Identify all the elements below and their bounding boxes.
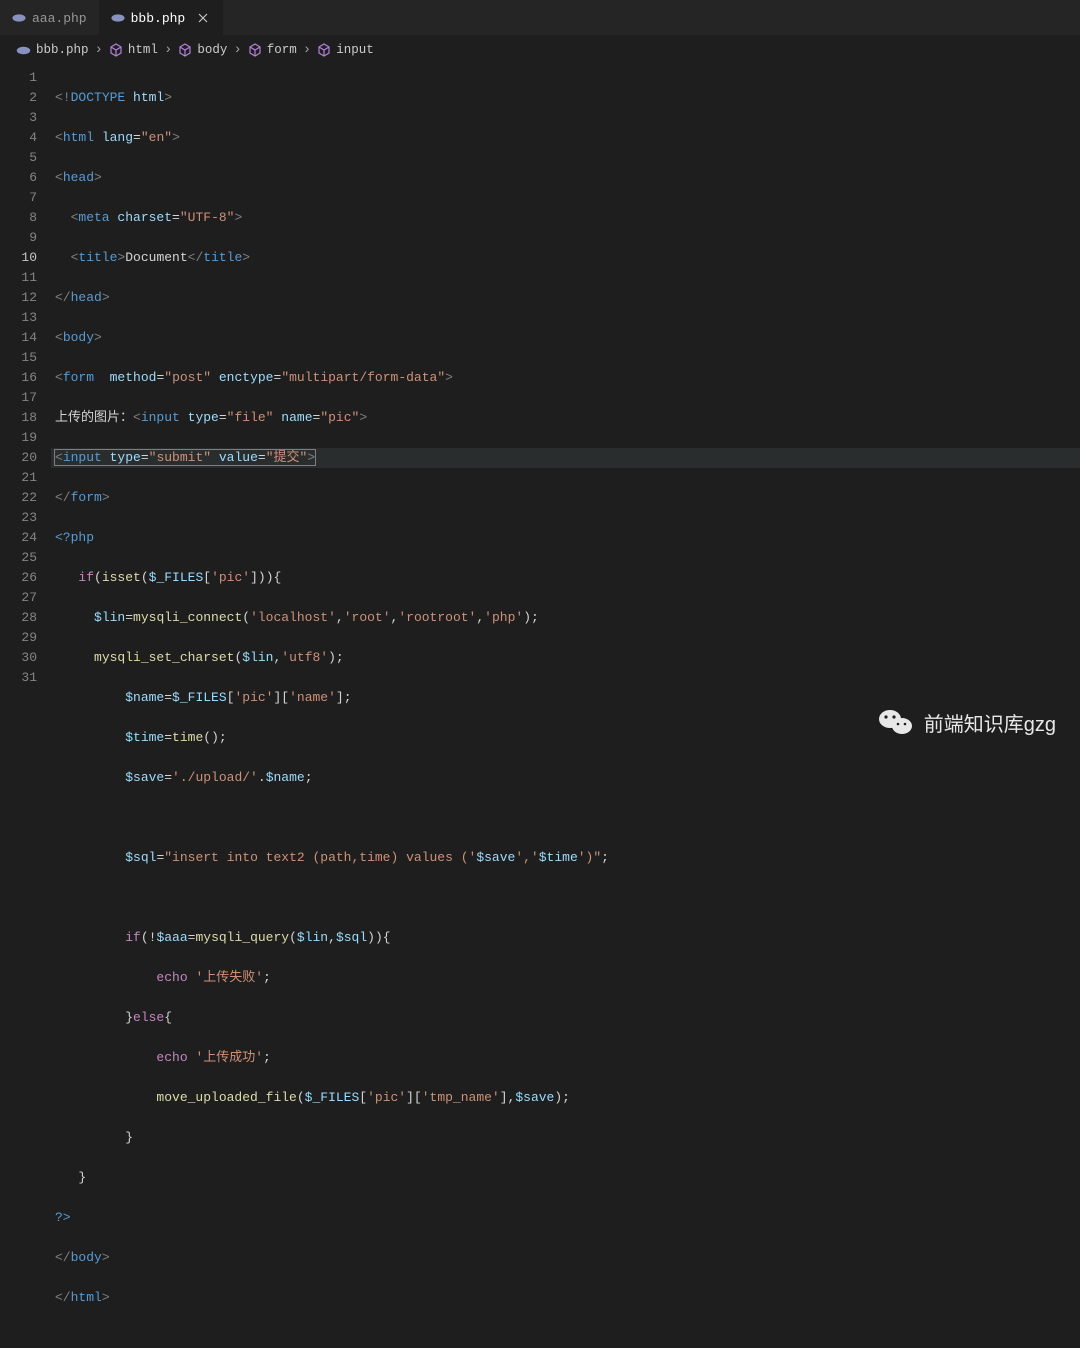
watermark-text: 前端知识库gzg <box>924 708 1056 737</box>
line-number: 23 <box>0 508 37 528</box>
line-number: 6 <box>0 168 37 188</box>
line-number: 20 <box>0 448 37 468</box>
php-file-icon <box>16 46 31 55</box>
tab-label: bbb.php <box>131 11 186 26</box>
breadcrumb-file[interactable]: bbb.php <box>16 43 89 57</box>
chevron-right-icon: › <box>95 42 103 58</box>
line-number: 3 <box>0 108 37 128</box>
cube-icon <box>317 43 331 57</box>
breadcrumb-body[interactable]: body <box>178 43 227 57</box>
breadcrumb: bbb.php › html › body › form › input <box>0 36 1080 64</box>
breadcrumb-label: bbb.php <box>36 43 89 57</box>
line-number-gutter: 1234567891011121314151617181920212223242… <box>0 64 55 773</box>
cube-icon <box>178 43 192 57</box>
breadcrumb-label: input <box>336 43 374 57</box>
php-file-icon <box>12 11 26 25</box>
line-number: 17 <box>0 388 37 408</box>
breadcrumb-label: html <box>128 43 158 57</box>
tab-label: aaa.php <box>32 11 87 26</box>
breadcrumb-input[interactable]: input <box>317 43 374 57</box>
line-number: 27 <box>0 588 37 608</box>
line-number: 5 <box>0 148 37 168</box>
tab-aaa[interactable]: aaa.php <box>0 0 99 36</box>
code-editor[interactable]: 1234567891011121314151617181920212223242… <box>0 64 1080 773</box>
cube-icon <box>109 43 123 57</box>
line-number: 15 <box>0 348 37 368</box>
line-number: 30 <box>0 648 37 668</box>
line-number: 2 <box>0 88 37 108</box>
line-number: 28 <box>0 608 37 628</box>
chevron-right-icon: › <box>303 42 311 58</box>
line-number: 18 <box>0 408 37 428</box>
line-number: 7 <box>0 188 37 208</box>
line-number: 29 <box>0 628 37 648</box>
tab-bbb[interactable]: bbb.php <box>99 0 224 36</box>
line-number: 24 <box>0 528 37 548</box>
cube-icon <box>248 43 262 57</box>
tab-bar: aaa.php bbb.php <box>0 0 1080 36</box>
line-number: 14 <box>0 328 37 348</box>
line-number: 26 <box>0 568 37 588</box>
line-number: 19 <box>0 428 37 448</box>
code-area[interactable]: <!DOCTYPE html> <html lang="en"> <head> … <box>55 64 1080 773</box>
wechat-icon <box>878 707 914 737</box>
line-number: 16 <box>0 368 37 388</box>
line-number: 22 <box>0 488 37 508</box>
line-number: 1 <box>0 68 37 88</box>
line-number: 9 <box>0 228 37 248</box>
line-number: 10 <box>0 248 37 268</box>
chevron-right-icon: › <box>233 42 241 58</box>
php-file-icon <box>111 11 125 25</box>
line-number: 11 <box>0 268 37 288</box>
line-number: 8 <box>0 208 37 228</box>
chevron-right-icon: › <box>164 42 172 58</box>
breadcrumb-label: form <box>267 43 297 57</box>
breadcrumb-form[interactable]: form <box>248 43 297 57</box>
breadcrumb-html[interactable]: html <box>109 43 158 57</box>
line-number: 12 <box>0 288 37 308</box>
close-icon[interactable] <box>195 10 211 26</box>
line-number: 4 <box>0 128 37 148</box>
line-number: 31 <box>0 668 37 688</box>
line-number: 25 <box>0 548 37 568</box>
breadcrumb-label: body <box>197 43 227 57</box>
line-number: 13 <box>0 308 37 328</box>
watermark: 前端知识库gzg <box>878 707 1056 737</box>
line-number: 21 <box>0 468 37 488</box>
